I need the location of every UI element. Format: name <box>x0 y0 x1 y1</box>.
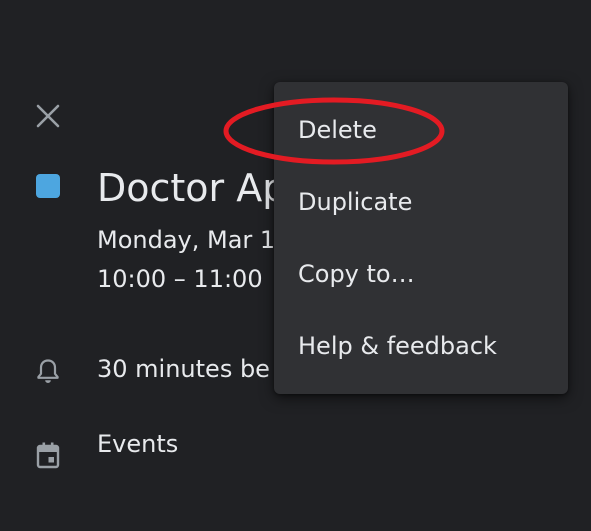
menu-item-duplicate[interactable]: Duplicate <box>274 172 568 232</box>
event-time: 10:00 – 11:00 <box>97 265 263 293</box>
close-button[interactable] <box>34 102 62 130</box>
event-title: Doctor Ap <box>97 166 287 210</box>
calendar-name: Events <box>97 430 179 458</box>
calendar-icon <box>33 440 63 470</box>
bell-icon <box>33 356 63 386</box>
menu-item-copy-to[interactable]: Copy to… <box>274 244 568 304</box>
reminder-text[interactable]: 30 minutes be <box>97 353 270 385</box>
overflow-menu: Delete Duplicate Copy to… Help & feedbac… <box>274 82 568 394</box>
close-icon <box>36 104 60 128</box>
menu-item-help-feedback[interactable]: Help & feedback <box>274 316 568 376</box>
event-color-swatch <box>36 174 60 198</box>
event-date: Monday, Mar 1 <box>97 226 276 254</box>
menu-item-delete[interactable]: Delete <box>274 100 568 160</box>
